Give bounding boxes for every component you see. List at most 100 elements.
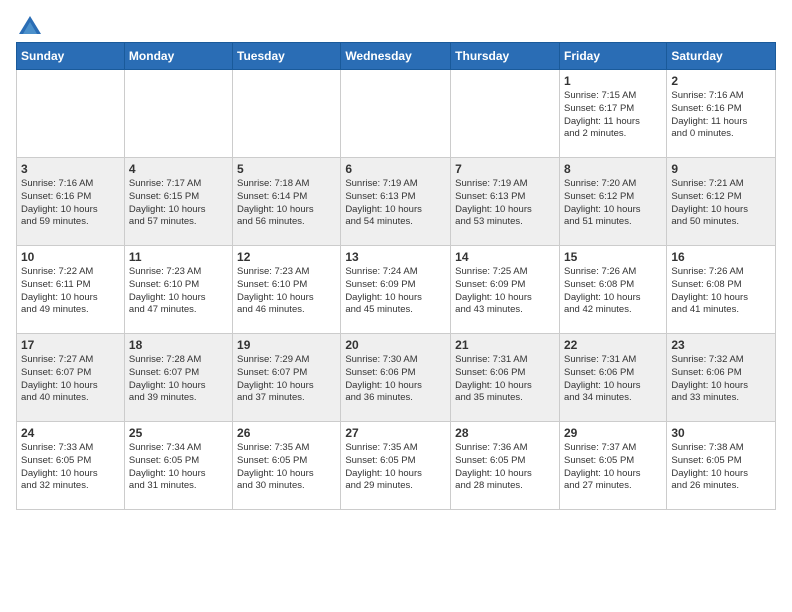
- day-info: Sunrise: 7:16 AM Sunset: 6:16 PM Dayligh…: [21, 178, 120, 229]
- day-info: Sunrise: 7:19 AM Sunset: 6:13 PM Dayligh…: [455, 178, 555, 229]
- weekday-header: Monday: [124, 43, 232, 70]
- day-info: Sunrise: 7:20 AM Sunset: 6:12 PM Dayligh…: [564, 178, 662, 229]
- day-info: Sunrise: 7:18 AM Sunset: 6:14 PM Dayligh…: [237, 178, 336, 229]
- day-info: Sunrise: 7:35 AM Sunset: 6:05 PM Dayligh…: [237, 442, 336, 493]
- day-number: 11: [129, 250, 228, 264]
- calendar-cell: 2 Sunrise: 7:16 AM Sunset: 6:16 PM Daylig…: [667, 70, 776, 158]
- page-header: [16, 16, 776, 30]
- calendar-cell: 22Sunrise: 7:31 AM Sunset: 6:06 PM Dayli…: [559, 334, 666, 422]
- calendar-cell: 18 Sunrise: 7:28 AM Sunset: 6:07 PM Dayli…: [124, 334, 232, 422]
- day-number: 22: [564, 338, 662, 352]
- calendar-cell: 6 Sunrise: 7:19 AM Sunset: 6:13 PM Daylig…: [341, 158, 451, 246]
- day-info: Sunrise: 7:21 AM Sunset: 6:12 PM Dayligh…: [671, 178, 771, 229]
- calendar-cell: 11 Sunrise: 7:23 AM Sunset: 6:10 PM Dayli…: [124, 246, 232, 334]
- day-number: 19: [237, 338, 336, 352]
- calendar-cell: 24 Sunrise: 7:33 AM Sunset: 6:05 PM Dayli…: [17, 422, 125, 510]
- day-info: Sunrise: 7:29 AM Sunset: 6:07 PM Dayligh…: [237, 354, 336, 405]
- calendar-cell: [341, 70, 451, 158]
- calendar-cell: 15Sunrise: 7:26 AM Sunset: 6:08 PM Dayli…: [559, 246, 666, 334]
- calendar-cell: 20 Sunrise: 7:30 AM Sunset: 6:06 PM Dayli…: [341, 334, 451, 422]
- day-info: Sunrise: 7:36 AM Sunset: 6:05 PM Dayligh…: [455, 442, 555, 493]
- day-number: 6: [345, 162, 446, 176]
- day-number: 10: [21, 250, 120, 264]
- day-number: 16: [671, 250, 771, 264]
- day-number: 1: [564, 74, 662, 88]
- day-info: Sunrise: 7:26 AM Sunset: 6:08 PM Dayligh…: [671, 266, 771, 317]
- calendar-cell: 26 Sunrise: 7:35 AM Sunset: 6:05 PM Dayli…: [233, 422, 341, 510]
- day-info: Sunrise: 7:24 AM Sunset: 6:09 PM Dayligh…: [345, 266, 446, 317]
- day-info: Sunrise: 7:16 AM Sunset: 6:16 PM Dayligh…: [671, 90, 771, 141]
- day-number: 27: [345, 426, 446, 440]
- calendar-week-row: 17 Sunrise: 7:27 AM Sunset: 6:07 PM Dayli…: [17, 334, 776, 422]
- day-info: Sunrise: 7:27 AM Sunset: 6:07 PM Dayligh…: [21, 354, 120, 405]
- calendar-week-row: 24 Sunrise: 7:33 AM Sunset: 6:05 PM Dayli…: [17, 422, 776, 510]
- day-info: Sunrise: 7:22 AM Sunset: 6:11 PM Dayligh…: [21, 266, 120, 317]
- day-number: 15: [564, 250, 662, 264]
- calendar-cell: 16 Sunrise: 7:26 AM Sunset: 6:08 PM Dayli…: [667, 246, 776, 334]
- calendar-cell: 12 Sunrise: 7:23 AM Sunset: 6:10 PM Dayli…: [233, 246, 341, 334]
- day-info: Sunrise: 7:33 AM Sunset: 6:05 PM Dayligh…: [21, 442, 120, 493]
- calendar-cell: [233, 70, 341, 158]
- day-number: 26: [237, 426, 336, 440]
- weekday-header: Saturday: [667, 43, 776, 70]
- day-info: Sunrise: 7:23 AM Sunset: 6:10 PM Dayligh…: [237, 266, 336, 317]
- day-info: Sunrise: 7:37 AM Sunset: 6:05 PM Dayligh…: [564, 442, 662, 493]
- logo-icon: [19, 16, 41, 34]
- weekday-header: Sunday: [17, 43, 125, 70]
- day-number: 23: [671, 338, 771, 352]
- day-info: Sunrise: 7:34 AM Sunset: 6:05 PM Dayligh…: [129, 442, 228, 493]
- day-info: Sunrise: 7:35 AM Sunset: 6:05 PM Dayligh…: [345, 442, 446, 493]
- day-info: Sunrise: 7:30 AM Sunset: 6:06 PM Dayligh…: [345, 354, 446, 405]
- day-info: Sunrise: 7:31 AM Sunset: 6:06 PM Dayligh…: [455, 354, 555, 405]
- calendar-cell: 8 Sunrise: 7:20 AM Sunset: 6:12 PM Daylig…: [559, 158, 666, 246]
- day-number: 13: [345, 250, 446, 264]
- calendar-cell: 17 Sunrise: 7:27 AM Sunset: 6:07 PM Dayli…: [17, 334, 125, 422]
- calendar-cell: 25 Sunrise: 7:34 AM Sunset: 6:05 PM Dayli…: [124, 422, 232, 510]
- day-number: 18: [129, 338, 228, 352]
- calendar-cell: 10 Sunrise: 7:22 AM Sunset: 6:11 PM Dayli…: [17, 246, 125, 334]
- calendar-week-row: 1 Sunrise: 7:15 AM Sunset: 6:17 PM Daylig…: [17, 70, 776, 158]
- day-info: Sunrise: 7:28 AM Sunset: 6:07 PM Dayligh…: [129, 354, 228, 405]
- weekday-header: Friday: [559, 43, 666, 70]
- calendar-cell: 4Sunrise: 7:17 AM Sunset: 6:15 PM Daylig…: [124, 158, 232, 246]
- calendar-cell: 5Sunrise: 7:18 AM Sunset: 6:14 PM Daylig…: [233, 158, 341, 246]
- calendar-cell: 28 Sunrise: 7:36 AM Sunset: 6:05 PM Dayli…: [451, 422, 560, 510]
- logo: [16, 16, 42, 30]
- day-number: 17: [21, 338, 120, 352]
- day-info: Sunrise: 7:25 AM Sunset: 6:09 PM Dayligh…: [455, 266, 555, 317]
- day-number: 3: [21, 162, 120, 176]
- day-info: Sunrise: 7:38 AM Sunset: 6:05 PM Dayligh…: [671, 442, 771, 493]
- day-number: 30: [671, 426, 771, 440]
- calendar-cell: 21 Sunrise: 7:31 AM Sunset: 6:06 PM Dayli…: [451, 334, 560, 422]
- day-number: 12: [237, 250, 336, 264]
- day-info: Sunrise: 7:23 AM Sunset: 6:10 PM Dayligh…: [129, 266, 228, 317]
- calendar-cell: [17, 70, 125, 158]
- calendar-cell: 29 Sunrise: 7:37 AM Sunset: 6:05 PM Dayli…: [559, 422, 666, 510]
- day-info: Sunrise: 7:15 AM Sunset: 6:17 PM Dayligh…: [564, 90, 662, 141]
- day-number: 8: [564, 162, 662, 176]
- calendar-table: SundayMondayTuesdayWednesdayThursdayFrid…: [16, 42, 776, 510]
- day-number: 24: [21, 426, 120, 440]
- day-number: 29: [564, 426, 662, 440]
- calendar-cell: [451, 70, 560, 158]
- calendar-cell: 7 Sunrise: 7:19 AM Sunset: 6:13 PM Daylig…: [451, 158, 560, 246]
- calendar-cell: 9 Sunrise: 7:21 AM Sunset: 6:12 PM Daylig…: [667, 158, 776, 246]
- day-number: 7: [455, 162, 555, 176]
- calendar-cell: 30 Sunrise: 7:38 AM Sunset: 6:05 PM Dayli…: [667, 422, 776, 510]
- day-info: Sunrise: 7:19 AM Sunset: 6:13 PM Dayligh…: [345, 178, 446, 229]
- day-number: 28: [455, 426, 555, 440]
- calendar-cell: 1 Sunrise: 7:15 AM Sunset: 6:17 PM Daylig…: [559, 70, 666, 158]
- weekday-header: Tuesday: [233, 43, 341, 70]
- calendar-week-row: 10 Sunrise: 7:22 AM Sunset: 6:11 PM Dayli…: [17, 246, 776, 334]
- day-number: 25: [129, 426, 228, 440]
- calendar-cell: [124, 70, 232, 158]
- calendar-cell: 23Sunrise: 7:32 AM Sunset: 6:06 PM Dayli…: [667, 334, 776, 422]
- day-number: 20: [345, 338, 446, 352]
- calendar-cell: 3 Sunrise: 7:16 AM Sunset: 6:16 PM Daylig…: [17, 158, 125, 246]
- day-number: 9: [671, 162, 771, 176]
- day-number: 2: [671, 74, 771, 88]
- day-number: 21: [455, 338, 555, 352]
- weekday-header: Wednesday: [341, 43, 451, 70]
- day-number: 14: [455, 250, 555, 264]
- day-info: Sunrise: 7:17 AM Sunset: 6:15 PM Dayligh…: [129, 178, 228, 229]
